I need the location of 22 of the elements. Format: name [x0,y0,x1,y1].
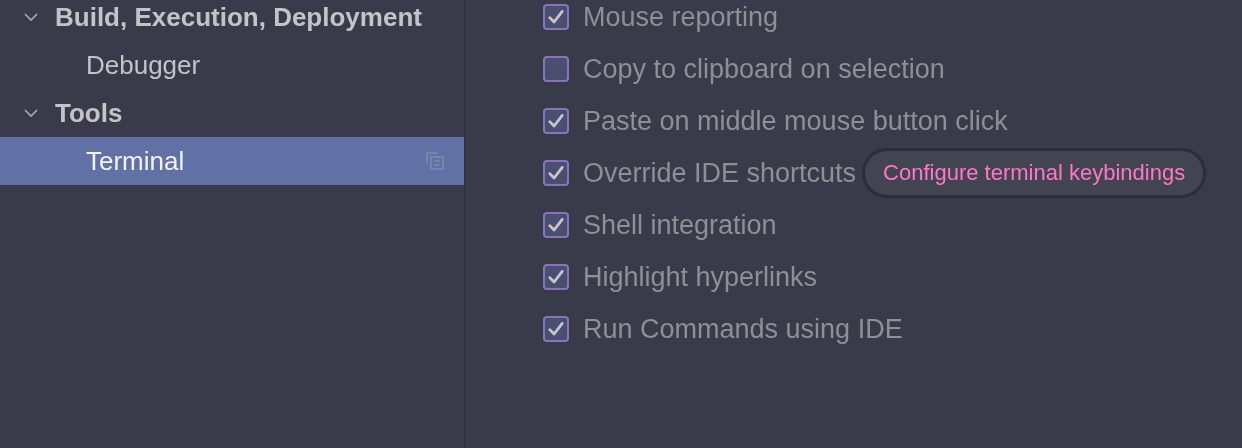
option-label: Run Commands using IDE [583,313,903,345]
tree-item[interactable]: Build, Execution, Deployment [55,1,422,33]
chevron-icon[interactable] [24,106,38,120]
keybindings-button[interactable]: Configure terminal keybindings [862,148,1207,198]
checkbox[interactable] [543,316,569,342]
option-label: Override IDE shortcuts [583,157,857,189]
tree-item[interactable]: Debugger [86,49,201,81]
checkbox[interactable] [543,108,569,134]
option-label: Highlight hyperlinks [583,261,818,293]
selected-tree-item[interactable]: Terminal [0,137,464,185]
checkbox[interactable] [543,4,569,30]
chevron-icon[interactable] [24,10,38,24]
copy-icon [426,152,444,170]
checkbox[interactable] [543,160,569,186]
option-label: Shell integration [583,209,777,241]
tree-item[interactable]: Tools [55,97,123,129]
checkbox[interactable] [543,212,569,238]
option-label: Paste on middle mouse button click [583,105,1008,137]
option-label: Mouse reporting [583,1,779,33]
checkbox[interactable] [543,56,569,82]
checkbox[interactable] [543,264,569,290]
option-label: Copy to clipboard on selection [583,53,945,85]
